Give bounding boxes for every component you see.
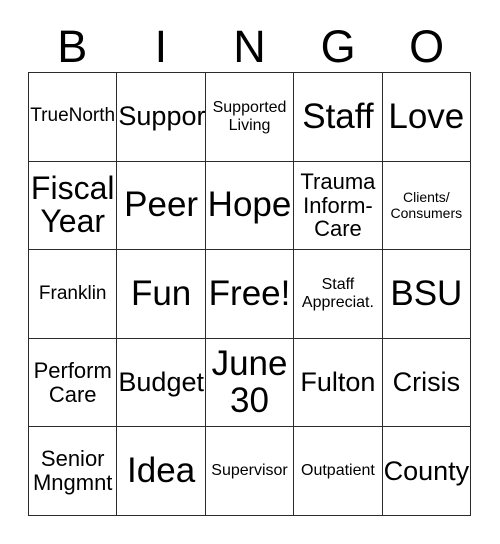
bingo-row: Perform Care Budget June 30 Fulton Crisi… xyxy=(29,338,472,428)
bingo-cell-o5[interactable]: County xyxy=(382,427,472,516)
bingo-cell-label: Staff xyxy=(302,96,374,136)
bingo-cell-n1[interactable]: Supported Living xyxy=(205,73,295,162)
bingo-cell-label: Fulton xyxy=(300,367,376,398)
bingo-cell-label: Perform Care xyxy=(33,357,112,407)
bingo-cell-label: BSU xyxy=(390,273,463,313)
bingo-cell-n2[interactable]: Hope xyxy=(205,161,295,251)
bingo-cell-label: Outpatient xyxy=(301,462,375,480)
bingo-cell-b3[interactable]: Franklin xyxy=(29,250,118,339)
bingo-cell-b4[interactable]: Perform Care xyxy=(29,338,118,428)
bingo-cell-label: Senior Mngmnt xyxy=(32,446,113,496)
bingo-row: TrueNorth Support Supported Living Staff… xyxy=(29,73,472,162)
bingo-cell-g4[interactable]: Fulton xyxy=(294,338,383,428)
bingo-cell-n4[interactable]: June 30 xyxy=(205,338,295,428)
bingo-cell-i2[interactable]: Peer xyxy=(117,161,206,251)
bingo-cell-label: Clients/ Consumers xyxy=(390,189,463,222)
bingo-grid: TrueNorth Support Supported Living Staff… xyxy=(28,72,472,516)
bingo-cell-label: Franklin xyxy=(38,282,107,304)
bingo-cell-label: County xyxy=(383,455,470,486)
bingo-row: Fiscal Year Peer Hope Trauma Inform- Car… xyxy=(29,161,472,251)
bingo-header-letter-b: B xyxy=(57,21,88,72)
bingo-header-letter-i: I xyxy=(154,21,168,72)
bingo-row: Franklin Fun Free! Staff Appreciat. BSU xyxy=(29,250,472,339)
bingo-cell-label: Staff Appreciat. xyxy=(301,275,374,311)
bingo-cell-i4[interactable]: Budget xyxy=(117,338,206,428)
bingo-header-row: B I N G O xyxy=(28,14,471,72)
bingo-cell-label: Trauma Inform- Care xyxy=(300,168,376,242)
bingo-cell-label: Crisis xyxy=(392,367,461,398)
bingo-cell-n5[interactable]: Supervisor xyxy=(205,427,295,516)
bingo-cell-free-space[interactable]: Free! xyxy=(205,250,295,339)
bingo-row: Senior Mngmnt Idea Supervisor Outpatient… xyxy=(29,427,472,516)
bingo-card: B I N G O TrueNorth Support Supported Li… xyxy=(0,0,500,544)
bingo-cell-label: Peer xyxy=(124,185,199,225)
bingo-header-letter-n: N xyxy=(233,21,266,72)
bingo-cell-o3[interactable]: BSU xyxy=(382,250,472,339)
bingo-cell-label: Budget xyxy=(118,367,204,398)
bingo-cell-g2[interactable]: Trauma Inform- Care xyxy=(294,161,383,251)
bingo-cell-label: Fiscal Year xyxy=(30,170,115,240)
bingo-cell-label: Supported Living xyxy=(212,98,287,134)
bingo-cell-i1[interactable]: Support xyxy=(117,73,206,162)
bingo-cell-i3[interactable]: Fun xyxy=(117,250,206,339)
bingo-header-letter-g: G xyxy=(320,21,356,72)
bingo-cell-i5[interactable]: Idea xyxy=(117,427,206,516)
bingo-cell-g5[interactable]: Outpatient xyxy=(294,427,383,516)
bingo-cell-o4[interactable]: Crisis xyxy=(382,338,472,428)
bingo-cell-g3[interactable]: Staff Appreciat. xyxy=(294,250,383,339)
bingo-cell-label: TrueNorth xyxy=(30,105,116,127)
bingo-cell-label: Supervisor xyxy=(211,462,288,480)
bingo-cell-b1[interactable]: TrueNorth xyxy=(29,73,118,162)
bingo-cell-label: June 30 xyxy=(211,344,288,420)
bingo-cell-o2[interactable]: Clients/ Consumers xyxy=(382,161,472,251)
bingo-cell-b2[interactable]: Fiscal Year xyxy=(29,161,118,251)
bingo-cell-label: Support xyxy=(118,101,206,132)
bingo-free-space-label: Free! xyxy=(208,273,291,313)
bingo-header-letter-o: O xyxy=(409,21,445,72)
bingo-cell-g1[interactable]: Staff xyxy=(294,73,383,162)
bingo-cell-label: Love xyxy=(388,96,465,136)
bingo-cell-label: Idea xyxy=(127,450,196,490)
bingo-cell-label: Hope xyxy=(207,185,292,225)
bingo-cell-o1[interactable]: Love xyxy=(382,73,472,162)
bingo-cell-label: Fun xyxy=(130,273,192,313)
bingo-cell-b5[interactable]: Senior Mngmnt xyxy=(29,427,118,516)
